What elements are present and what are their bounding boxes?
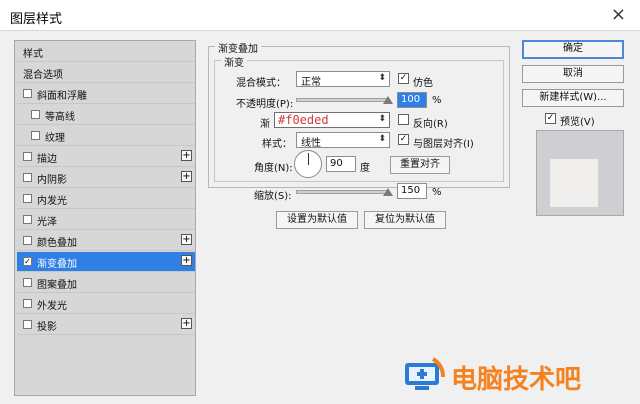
style-list-item-pattern-overlay[interactable]: 图案叠加 [17, 273, 195, 293]
reset-default-button[interactable]: 复位为默认值 [364, 211, 446, 229]
align-with-layer-checkbox[interactable]: ✓ [398, 134, 409, 145]
blend-mode-value: 正常 [301, 77, 321, 88]
preview-label: 预览(V) [560, 117, 595, 128]
blend-mode-select[interactable]: 正常 ⬍ [296, 71, 390, 88]
reset-alignment-button[interactable]: 重置对齐 [390, 156, 450, 174]
new-style-button[interactable]: 新建样式(W)... [522, 89, 624, 107]
dropdown-arrow-icon: ⬍ [378, 73, 386, 83]
style-list-item-stroke[interactable]: 描边 + [17, 147, 195, 167]
style-list-label: 混合选项 [23, 70, 63, 81]
style-list-label: 纹理 [45, 133, 65, 144]
style-list-item-blending-options[interactable]: 混合选项 [17, 63, 195, 83]
gradient-overlay-checkbox[interactable]: ✓ [23, 257, 32, 266]
outer-glow-checkbox[interactable] [23, 299, 32, 308]
style-list-label: 描边 [37, 154, 57, 165]
style-list-label: 等高线 [45, 112, 75, 123]
pattern-overlay-checkbox[interactable] [23, 278, 32, 287]
style-list-panel: 样式 混合选项 斜面和浮雕 等高线 纹理 描边 + 内阴影 + 内发光 光泽 颜… [14, 40, 196, 396]
style-list-item-satin[interactable]: 光泽 [17, 210, 195, 230]
style-list-item-drop-shadow[interactable]: 投影 + [17, 315, 195, 335]
style-list-item-contour[interactable]: 等高线 [17, 105, 195, 125]
ok-button[interactable]: 确定 [522, 40, 624, 59]
add-color-overlay-icon[interactable]: + [181, 234, 192, 245]
style-list-label: 内发光 [37, 196, 67, 207]
gradient-label: 渐 [260, 119, 270, 130]
scale-unit: % [432, 187, 442, 198]
style-list-item-bevel-emboss[interactable]: 斜面和浮雕 [17, 84, 195, 104]
satin-checkbox[interactable] [23, 215, 32, 224]
style-list-label: 外发光 [37, 301, 67, 312]
gradient-picker[interactable]: #f0eded ⬍ [274, 112, 390, 128]
angle-dial[interactable] [294, 150, 322, 178]
style-list-item-color-overlay[interactable]: 颜色叠加 + [17, 231, 195, 251]
style-list-item-texture[interactable]: 纹理 [17, 126, 195, 146]
angle-needle [308, 153, 309, 165]
style-list-label: 斜面和浮雕 [37, 91, 87, 102]
inner-glow-checkbox[interactable] [23, 194, 32, 203]
cancel-button[interactable]: 取消 [522, 65, 624, 83]
gradient-hex: #f0eded [278, 113, 329, 127]
style-list-label: 图案叠加 [37, 280, 77, 291]
scale-slider[interactable] [296, 190, 388, 194]
add-inner-shadow-icon[interactable]: + [181, 171, 192, 182]
reverse-checkbox[interactable] [398, 114, 409, 125]
stroke-checkbox[interactable] [23, 152, 32, 161]
style-select[interactable]: 线性 ⬍ [296, 132, 390, 149]
watermark-logo-icon [405, 357, 445, 390]
angle-label: 角度(N): [254, 163, 293, 174]
opacity-input[interactable]: 100 [397, 92, 427, 108]
align-with-layer-label: 与图层对齐(I) [413, 139, 474, 150]
opacity-label: 不透明度(P): [236, 99, 294, 110]
dither-label: 仿色 [413, 78, 433, 89]
style-list-item-styles[interactable]: 样式 [17, 42, 195, 62]
angle-input[interactable]: 90 [326, 156, 356, 172]
section-title: 渐变叠加 [215, 40, 261, 55]
drop-shadow-checkbox[interactable] [23, 320, 32, 329]
dropdown-arrow-icon: ⬍ [378, 114, 386, 124]
angle-unit: 度 [360, 163, 370, 174]
style-list-label: 颜色叠加 [37, 238, 77, 249]
group-title: 渐变 [221, 54, 247, 69]
style-list-label: 样式 [23, 49, 43, 60]
dither-checkbox[interactable]: ✓ [398, 73, 409, 84]
bevel-emboss-checkbox[interactable] [23, 89, 32, 98]
contour-checkbox[interactable] [31, 110, 40, 119]
scale-slider-thumb[interactable] [383, 188, 393, 196]
opacity-slider[interactable] [296, 98, 388, 102]
style-list-item-inner-shadow[interactable]: 内阴影 + [17, 168, 195, 188]
style-list-item-outer-glow[interactable]: 外发光 [17, 294, 195, 314]
style-preview-swatch [536, 130, 624, 216]
style-list-label: 光泽 [37, 217, 57, 228]
inner-shadow-checkbox[interactable] [23, 173, 32, 182]
dialog-title: 图层样式 [10, 12, 63, 27]
color-overlay-checkbox[interactable] [23, 236, 32, 245]
style-list-label: 渐变叠加 [37, 259, 77, 270]
watermark-text: 电脑技术吧 [451, 365, 582, 395]
style-list-item-inner-glow[interactable]: 内发光 [17, 189, 195, 209]
dropdown-arrow-icon: ⬍ [378, 134, 386, 144]
scale-label: 缩放(S): [254, 191, 292, 202]
add-stroke-icon[interactable]: + [181, 150, 192, 161]
add-gradient-overlay-icon[interactable]: + [181, 255, 192, 266]
layer-style-dialog: 图层样式 × 样式 混合选项 斜面和浮雕 等高线 纹理 描边 + 内阴影 + 内… [0, 0, 640, 404]
preview-fill [550, 159, 598, 207]
opacity-unit: % [432, 95, 442, 106]
title-bar: 图层样式 × [0, 0, 640, 31]
scale-input[interactable]: 150 [397, 183, 427, 199]
add-drop-shadow-icon[interactable]: + [181, 318, 192, 329]
preview-checkbox[interactable]: ✓ [545, 113, 556, 124]
style-list-label: 内阴影 [37, 175, 67, 186]
watermark: 电脑技术吧 [403, 355, 633, 395]
style-list-label: 投影 [37, 322, 57, 333]
opacity-slider-thumb[interactable] [383, 96, 393, 104]
reverse-label: 反向(R) [413, 119, 448, 130]
style-value: 线性 [301, 138, 321, 149]
style-list-item-gradient-overlay[interactable]: ✓ 渐变叠加 + [17, 252, 195, 272]
set-default-button[interactable]: 设置为默认值 [276, 211, 358, 229]
close-icon[interactable]: × [611, 4, 626, 25]
blend-mode-label: 混合模式： [236, 78, 286, 89]
style-label: 样式： [262, 139, 292, 150]
texture-checkbox[interactable] [31, 131, 40, 140]
